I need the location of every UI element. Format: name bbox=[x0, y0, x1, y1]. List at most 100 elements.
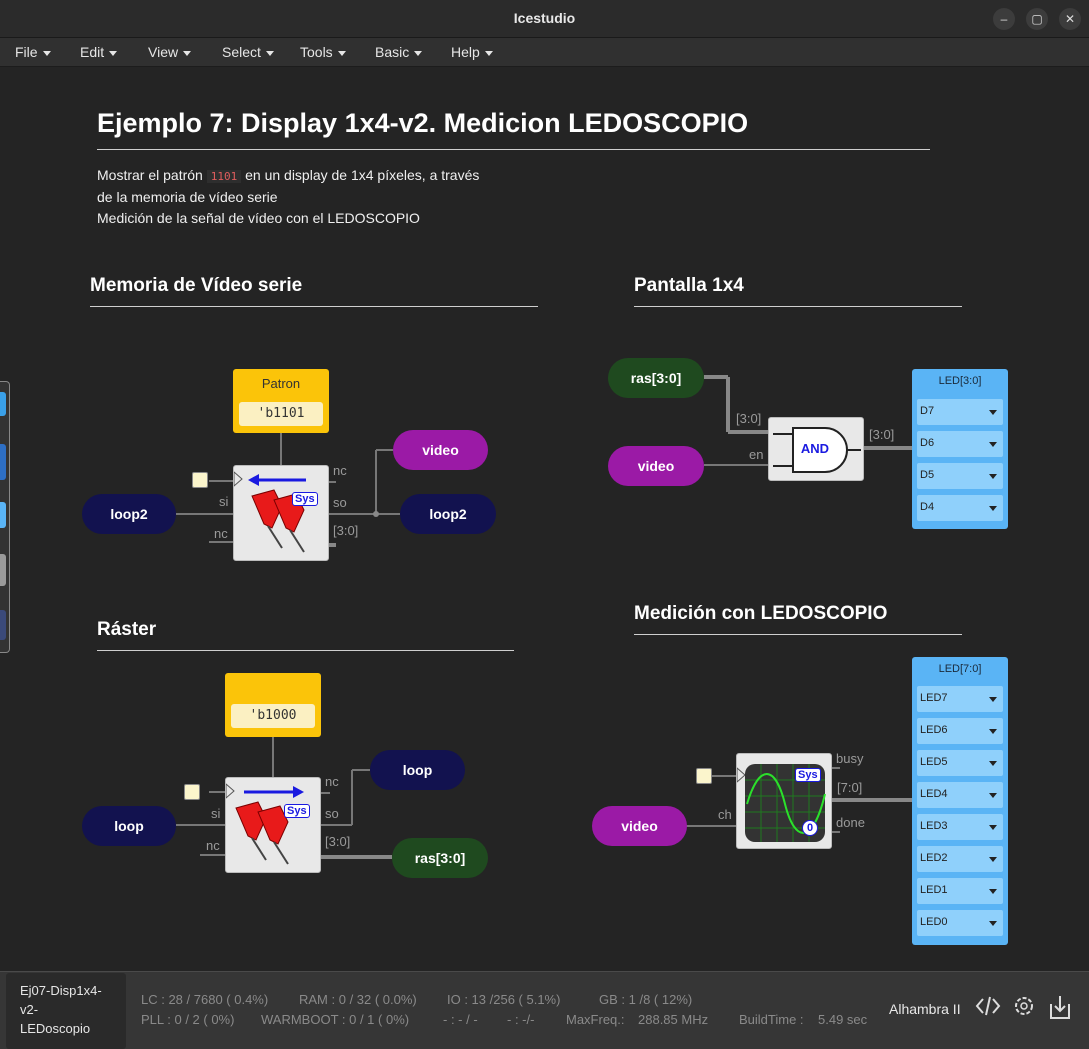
led-select[interactable]: LED5 bbox=[917, 750, 1003, 776]
led-label: D6 bbox=[920, 437, 935, 449]
file-name: v2- bbox=[20, 1002, 39, 1017]
menu-tools[interactable]: Tools bbox=[300, 44, 346, 60]
upload-icon-glyph bbox=[1050, 996, 1070, 1019]
caret-down-icon bbox=[989, 857, 997, 862]
led-select[interactable]: LED0 bbox=[917, 910, 1003, 936]
close-icon[interactable]: ✕ bbox=[1059, 8, 1081, 30]
caret-down-icon bbox=[337, 50, 346, 56]
maximize-icon[interactable]: ▢ bbox=[1026, 8, 1048, 30]
menu-file[interactable]: File bbox=[15, 44, 51, 60]
left-toolbox-dock[interactable] bbox=[0, 381, 10, 653]
const-value[interactable]: 'b1101 bbox=[239, 402, 323, 426]
caret-down-icon bbox=[265, 50, 274, 56]
stat-warmboot: WARMBOOT : 0 / 1 ( 0%) bbox=[261, 1012, 410, 1027]
port-ch: ch bbox=[718, 807, 732, 822]
divider bbox=[97, 149, 930, 150]
menu-label: Tools bbox=[300, 44, 333, 60]
param-checkbox[interactable] bbox=[192, 472, 208, 488]
output-video[interactable]: video bbox=[393, 430, 488, 470]
menu-edit[interactable]: Edit bbox=[80, 44, 118, 60]
port-nc: nc bbox=[206, 838, 220, 853]
stat-dash: - : -/- bbox=[507, 1012, 535, 1027]
desc-text: Medición de la señal de vídeo con el LED… bbox=[97, 210, 420, 226]
stat-maxfreq: 288.85 MHz bbox=[638, 1012, 709, 1027]
input-video[interactable]: video bbox=[608, 446, 704, 486]
ledoscopio-block[interactable]: Sys 0 bbox=[736, 753, 832, 849]
input-video[interactable]: video bbox=[592, 806, 687, 846]
file-name: Ej07-Disp1x4- bbox=[20, 983, 102, 998]
caret-down-icon bbox=[989, 793, 997, 798]
const-value[interactable]: 'b1000 bbox=[231, 704, 315, 728]
menu-basic[interactable]: Basic bbox=[375, 44, 423, 60]
caret-down-icon bbox=[989, 921, 997, 926]
dock-tool[interactable] bbox=[0, 554, 6, 586]
divider bbox=[97, 650, 514, 651]
file-tab[interactable]: Ej07-Disp1x4- v2- LEDoscopio bbox=[6, 973, 126, 1049]
menu-label: Basic bbox=[375, 44, 410, 60]
caret-down-icon bbox=[484, 50, 493, 56]
led-select[interactable]: LED2 bbox=[917, 846, 1003, 872]
menu-label: File bbox=[15, 44, 38, 60]
led-panel-title: LED[3:0] bbox=[938, 375, 982, 387]
dock-tool[interactable] bbox=[0, 392, 6, 416]
dock-tool[interactable] bbox=[0, 444, 6, 480]
port-nc: nc bbox=[325, 774, 339, 789]
divider bbox=[634, 634, 962, 635]
input-loop[interactable]: loop bbox=[82, 806, 176, 846]
title-bar: Icestudio – ▢ ✕ bbox=[0, 0, 1089, 38]
desc-text: Mostrar el patrón bbox=[97, 167, 203, 183]
led-select[interactable]: D6 bbox=[917, 431, 1003, 457]
and-gate-block[interactable]: AND bbox=[768, 417, 864, 481]
led-select[interactable]: D4 bbox=[917, 495, 1003, 521]
port-so: so bbox=[325, 806, 339, 821]
board-selector[interactable]: Alhambra II bbox=[889, 1001, 961, 1017]
led-label: LED7 bbox=[920, 692, 948, 704]
caret-down-icon bbox=[989, 410, 997, 415]
caret-down-icon bbox=[989, 442, 997, 447]
led-select[interactable]: D7 bbox=[917, 399, 1003, 425]
led-select[interactable]: LED3 bbox=[917, 814, 1003, 840]
menu-help[interactable]: Help bbox=[451, 44, 493, 60]
gear-code-icon[interactable] bbox=[1012, 994, 1036, 1024]
desc-code: 1101 bbox=[206, 170, 242, 183]
status-bar: Ej07-Disp1x4- v2- LEDoscopio LC : 28 / 7… bbox=[0, 971, 1089, 1049]
caret-down-icon bbox=[989, 729, 997, 734]
led-select[interactable]: LED4 bbox=[917, 782, 1003, 808]
port-si: si bbox=[219, 494, 229, 509]
param-checkbox[interactable] bbox=[696, 768, 712, 784]
led-select[interactable]: LED7 bbox=[917, 686, 1003, 712]
led-select[interactable]: LED1 bbox=[917, 878, 1003, 904]
section-raster-title: Ráster bbox=[97, 619, 157, 640]
input-ras[interactable]: ras[3:0] bbox=[608, 358, 704, 398]
const-raster-block[interactable]: 'b1000 bbox=[225, 673, 321, 737]
output-loop[interactable]: loop bbox=[370, 750, 465, 790]
shift-register-right-block[interactable]: Sys bbox=[225, 777, 321, 873]
dock-tool[interactable] bbox=[0, 610, 6, 640]
output-ras[interactable]: ras[3:0] bbox=[392, 838, 488, 878]
caret-down-icon bbox=[183, 50, 192, 56]
sys-badge: Sys bbox=[284, 804, 310, 818]
dock-tool[interactable] bbox=[0, 502, 6, 528]
shift-register-left-block[interactable]: Sys bbox=[233, 465, 329, 561]
gear-icon-glyph bbox=[1015, 997, 1033, 1015]
stat-buildtime-label: BuildTime : bbox=[739, 1012, 804, 1027]
port-busy: busy bbox=[836, 751, 864, 766]
output-loop2[interactable]: loop2 bbox=[400, 494, 496, 534]
input-loop2[interactable]: loop2 bbox=[82, 494, 176, 534]
bus-label: [3:0] bbox=[869, 427, 895, 442]
pushpin-icon bbox=[225, 782, 304, 865]
led-select[interactable]: D5 bbox=[917, 463, 1003, 489]
code-icon[interactable] bbox=[975, 994, 1001, 1024]
minimize-icon[interactable]: – bbox=[993, 8, 1015, 30]
led-select[interactable]: LED6 bbox=[917, 718, 1003, 744]
upload-icon[interactable] bbox=[1048, 994, 1072, 1026]
port-bus: [3:0] bbox=[333, 523, 359, 538]
param-checkbox[interactable] bbox=[184, 784, 200, 800]
caret-down-icon bbox=[989, 697, 997, 702]
menu-select[interactable]: Select bbox=[222, 44, 274, 60]
stat-buildtime: 5.49 sec bbox=[818, 1012, 868, 1027]
design-canvas[interactable]: Ejemplo 7: Display 1x4-v2. Medicion LEDO… bbox=[0, 68, 1089, 971]
led-label: LED0 bbox=[920, 916, 948, 928]
menu-view[interactable]: View bbox=[148, 44, 192, 60]
const-patron-block[interactable]: Patron 'b1101 bbox=[233, 369, 329, 433]
